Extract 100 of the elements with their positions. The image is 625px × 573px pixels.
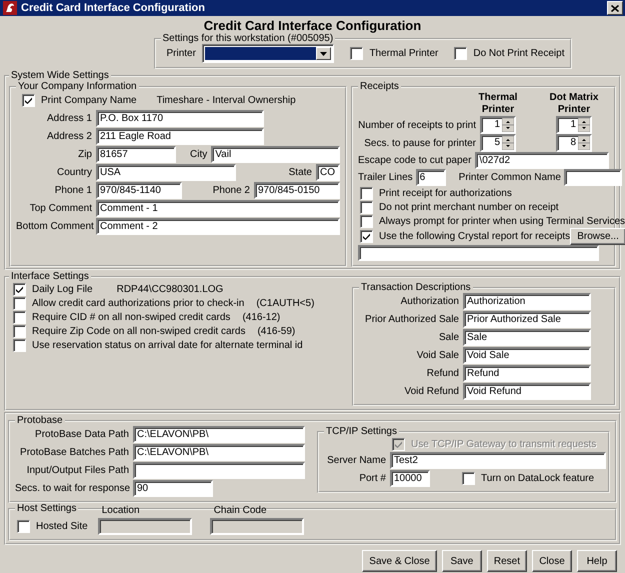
checkbox-label: Turn on DataLock feature xyxy=(481,473,594,484)
checkbox[interactable] xyxy=(13,324,26,338)
text-field[interactable]: Void Refund xyxy=(463,383,591,400)
text-field[interactable]: 90 xyxy=(133,480,213,497)
checkbox[interactable] xyxy=(13,338,26,352)
spin-arrows-icon[interactable] xyxy=(502,136,514,150)
text-field[interactable]: C:\ELAVON\PB\ xyxy=(133,444,305,461)
text-field[interactable]: Comment - 2 xyxy=(96,218,340,235)
field-label: Void Refund xyxy=(404,386,459,397)
text-field[interactable]: 970/845-0150 xyxy=(254,182,340,199)
group-title: Protobase xyxy=(16,415,64,426)
text-field[interactable]: 211 Eagle Road xyxy=(96,128,264,145)
text-field[interactable]: Vail xyxy=(211,146,340,163)
browse-button[interactable]: Browse... xyxy=(570,228,625,245)
field-label: Address 2 xyxy=(46,131,92,142)
group-title: System Wide Settings xyxy=(10,70,110,81)
checkbox-label: Do Not Print Receipt xyxy=(473,48,564,59)
field-label: Secs. to wait for response xyxy=(15,483,129,494)
field-label: Secs. to pause for printer xyxy=(363,138,476,148)
text-field[interactable]: Test2 xyxy=(390,452,606,469)
spin-field[interactable]: 1 xyxy=(480,116,516,134)
field-label: Server Name xyxy=(326,455,386,466)
text-field[interactable] xyxy=(133,462,305,479)
checkbox[interactable] xyxy=(462,472,475,485)
text-field[interactable]: USA xyxy=(96,164,236,181)
checkbox-label: Allow credit card authorizations prior to check-in xyxy=(32,298,244,308)
checkbox-label: Always prompt for printer when using Terminal Services xyxy=(379,216,625,226)
spin-field[interactable]: 5 xyxy=(480,134,516,152)
text-field[interactable]: Authorization xyxy=(463,293,591,310)
spin-arrows-icon[interactable] xyxy=(578,118,590,132)
spin-arrows-icon[interactable] xyxy=(578,136,590,150)
checkbox-label: Hosted Site xyxy=(36,520,88,532)
field-label: Address 1 xyxy=(46,113,92,124)
text-field[interactable]: P.O. Box 1170 xyxy=(96,110,264,127)
text-field[interactable]: 10000 xyxy=(390,470,430,487)
printer-dropdown[interactable] xyxy=(202,44,334,63)
checkbox[interactable] xyxy=(350,47,364,60)
text-field[interactable]: \027d2 xyxy=(475,152,609,169)
field-label: Printer xyxy=(166,48,196,59)
text-field[interactable]: 6 xyxy=(416,169,446,186)
field-label: Number of receipts to print xyxy=(358,120,476,130)
checkbox[interactable] xyxy=(13,296,26,310)
checkbox[interactable] xyxy=(13,282,26,296)
close-button[interactable] xyxy=(607,1,623,15)
group-title: Transaction Descriptions xyxy=(360,282,472,293)
text-field[interactable]: 970/845-1140 xyxy=(96,182,182,199)
checkbox[interactable] xyxy=(360,200,373,214)
checkbox[interactable] xyxy=(22,94,35,107)
option-note: RDP44\CC980301.LOG xyxy=(116,284,224,294)
checkbox[interactable] xyxy=(454,47,468,60)
check-icon xyxy=(362,232,371,241)
group-title: TCP/IP Settings xyxy=(325,426,398,437)
field-label: Sale xyxy=(438,332,459,343)
field-label: Prior Authorized Sale xyxy=(364,314,459,325)
report-path-field[interactable] xyxy=(358,245,599,261)
dialog-button[interactable]: Save & Close xyxy=(362,550,437,572)
dialog-button[interactable]: Save xyxy=(442,550,482,572)
field-label: Void Sale xyxy=(416,350,459,361)
checkbox-label: Do not print merchant number on receipt xyxy=(379,202,559,212)
checkbox[interactable] xyxy=(360,230,373,243)
checkbox[interactable] xyxy=(360,186,373,200)
checkbox-label: Print receipt for authorizations xyxy=(379,188,512,198)
group-title: Interface Settings xyxy=(10,271,90,282)
spin-field[interactable]: 8 xyxy=(556,134,592,152)
dialog-heading: Credit Card Interface Configuration xyxy=(204,17,422,33)
group-title: Host Settings xyxy=(16,503,78,514)
text-field[interactable]: Comment - 1 xyxy=(96,200,340,217)
checkbox-label: Thermal Printer xyxy=(369,48,438,59)
checkbox[interactable] xyxy=(13,310,26,324)
checkbox-label: Use reservation status on arrival date for alternate terminal id xyxy=(32,340,303,350)
field-label: Phone 2 xyxy=(212,185,250,196)
checkbox[interactable] xyxy=(17,520,30,532)
field-label: Escape code to cut paper xyxy=(358,155,472,166)
group-title: Settings for this workstation (#005095) xyxy=(162,33,334,44)
text-field[interactable] xyxy=(564,169,622,186)
field-label: ProtoBase Batches Path xyxy=(19,447,129,458)
option-note: (C1AUTH<5) xyxy=(256,298,314,308)
dialog-button[interactable]: Close xyxy=(532,550,572,572)
field-label: Refund xyxy=(426,368,459,379)
spin-field[interactable]: 1 xyxy=(556,116,592,134)
text-field[interactable]: C:\ELAVON\PB\ xyxy=(133,426,305,443)
text-field[interactable]: Sale xyxy=(463,329,591,346)
close-icon xyxy=(611,4,619,12)
dialog-button[interactable]: Help xyxy=(577,550,617,572)
checkbox-label: Use the following Crystal report for receipts xyxy=(379,231,570,242)
text-field[interactable]: Void Sale xyxy=(463,347,591,364)
dialog-button[interactable]: Reset xyxy=(486,550,527,572)
text-field[interactable]: CO xyxy=(316,164,340,181)
spin-arrows-icon[interactable] xyxy=(502,118,514,132)
checkbox-label: Require Zip Code on all non-swiped credit cards xyxy=(32,326,246,336)
option-note: (416-59) xyxy=(257,326,296,336)
checkbox[interactable] xyxy=(360,214,373,228)
text-field[interactable]: Refund xyxy=(463,365,591,382)
field-label: Location xyxy=(100,505,141,516)
field-label: Printer Common Name xyxy=(458,172,561,183)
field-label: Trailer Lines xyxy=(358,172,413,183)
field-label: Phone 1 xyxy=(54,185,92,196)
field-label: City xyxy=(189,149,208,160)
text-field[interactable]: Prior Authorized Sale xyxy=(463,311,591,328)
text-field[interactable]: 81657 xyxy=(96,146,176,163)
